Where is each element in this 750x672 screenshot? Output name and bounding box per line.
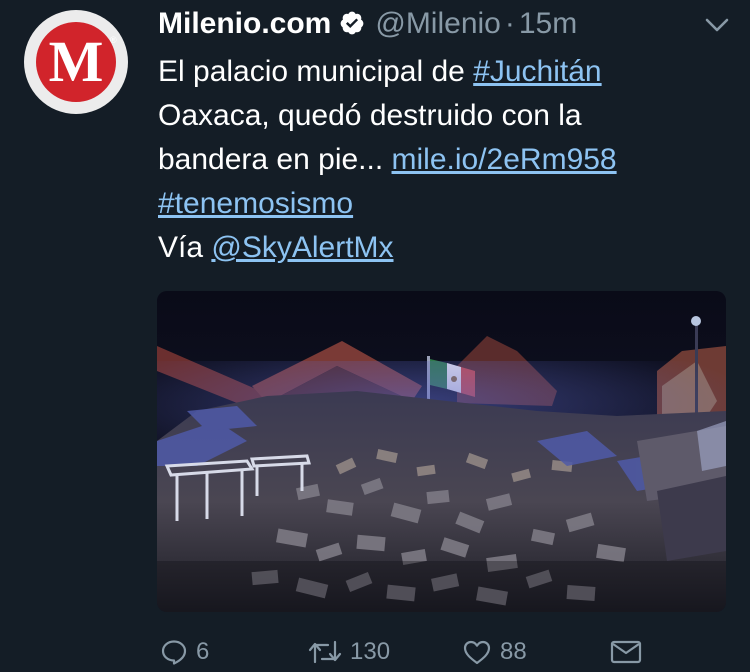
reply-action[interactable]: 6 (160, 632, 209, 672)
url-link[interactable]: mile.io/2eRm958 (392, 143, 617, 176)
timestamp[interactable]: 15m (519, 7, 577, 40)
tweet-text-line: bandera en pie... mile.io/2eRm958 (158, 138, 743, 182)
avatar-registered-mark: ® (110, 35, 117, 45)
separator-dot: · (504, 7, 515, 40)
reply-bubble-icon (161, 640, 187, 665)
heart-icon (463, 640, 491, 665)
tweet-actions-bar: 6 130 88 (0, 632, 750, 672)
hashtag-link[interactable]: #tenemosismo (158, 187, 353, 220)
envelope-icon (610, 640, 642, 664)
tweet-text-line: #tenemosismo (158, 182, 743, 226)
like-action[interactable]: 88 (462, 632, 527, 672)
share-action[interactable] (610, 632, 650, 672)
retweet-action[interactable]: 130 (308, 632, 390, 672)
tweet-text: El palacio municipal de #Juchitán Oaxaca,… (158, 50, 743, 270)
mention-link[interactable]: @SkyAlertMx (211, 231, 393, 264)
author-name[interactable]: Milenio.com (158, 7, 331, 40)
tweet-text-segment: Vía (158, 231, 212, 264)
author-handle[interactable]: @Milenio (375, 7, 501, 40)
tweet-text-segment: Oaxaca, quedó destruido con la (158, 99, 582, 132)
tweet-text-line: Vía @SkyAlertMx (158, 226, 743, 270)
tweet-card[interactable]: M ® Milenio.com @Milenio · 15m El palacio … (0, 0, 750, 672)
retweet-count: 130 (350, 638, 391, 665)
tweet-media-photo[interactable] (157, 291, 726, 612)
tweet-text-line: El palacio municipal de #Juchitán (158, 50, 743, 94)
chevron-down-icon[interactable] (704, 16, 730, 34)
avatar[interactable]: M ® (24, 10, 128, 114)
tweet-text-line: Oaxaca, quedó destruido con la (158, 94, 743, 138)
reply-count: 6 (196, 638, 210, 665)
hashtag-link[interactable]: #Juchitán (473, 55, 601, 88)
retweet-icon (308, 640, 342, 664)
tweet-text-segment: bandera en pie... (158, 143, 392, 176)
tweet-text-segment: El palacio municipal de (158, 55, 474, 88)
like-count: 88 (500, 638, 527, 665)
tweet-header: Milenio.com @Milenio · 15m (158, 4, 577, 44)
rubble-photo-illustration (157, 291, 726, 612)
verified-badge-icon (340, 11, 364, 35)
